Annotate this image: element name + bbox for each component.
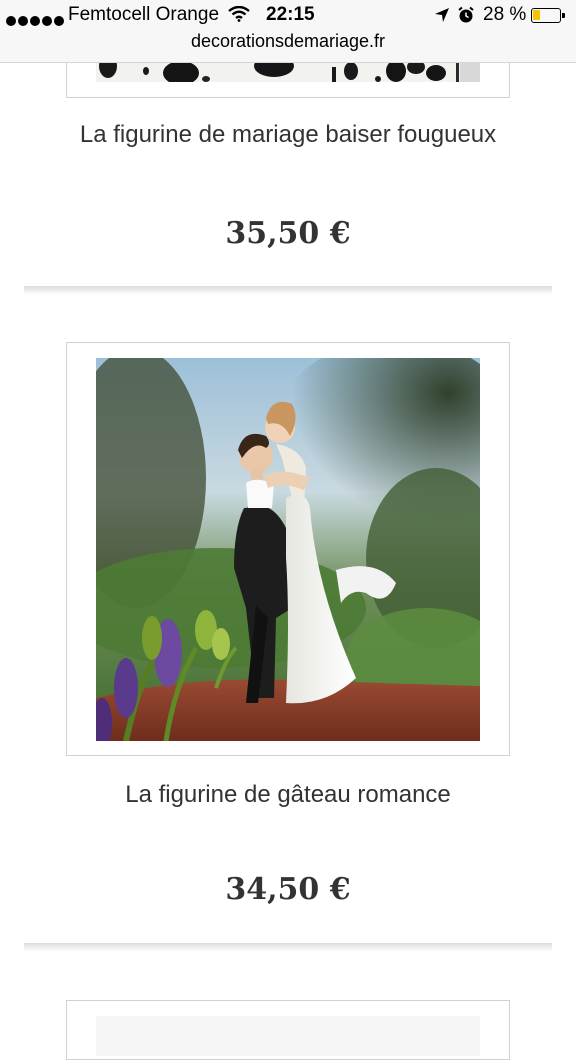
product-title[interactable]: La figurine de gâteau romance (0, 781, 576, 809)
status-bar: Femtocell Orange 22:15 28 % (0, 4, 576, 28)
clock-time: 22:15 (266, 4, 315, 25)
carrier-name: Femtocell Orange (68, 4, 220, 25)
address-bar[interactable]: decorationsdemariage.fr (0, 31, 576, 52)
product-price: 35,50 € (225, 216, 351, 251)
product-image[interactable] (96, 358, 480, 741)
battery-percent: 28 % (483, 4, 527, 25)
product-price: 34,50 € (225, 872, 351, 907)
card-separator (24, 286, 552, 295)
location-arrow-icon (434, 7, 450, 29)
card-separator (24, 943, 552, 952)
product-image[interactable] (96, 1016, 480, 1056)
product-image-frame[interactable] (66, 342, 510, 756)
wifi-icon (228, 5, 250, 28)
battery-icon (531, 8, 565, 23)
browser-top-bar: Femtocell Orange 22:15 28 % decorationsd… (0, 0, 576, 63)
product-title[interactable]: La figurine de mariage baiser fougueux (0, 121, 576, 149)
alarm-icon (457, 6, 475, 30)
signal-dots-icon (6, 10, 66, 32)
product-image-frame[interactable] (66, 1000, 510, 1060)
